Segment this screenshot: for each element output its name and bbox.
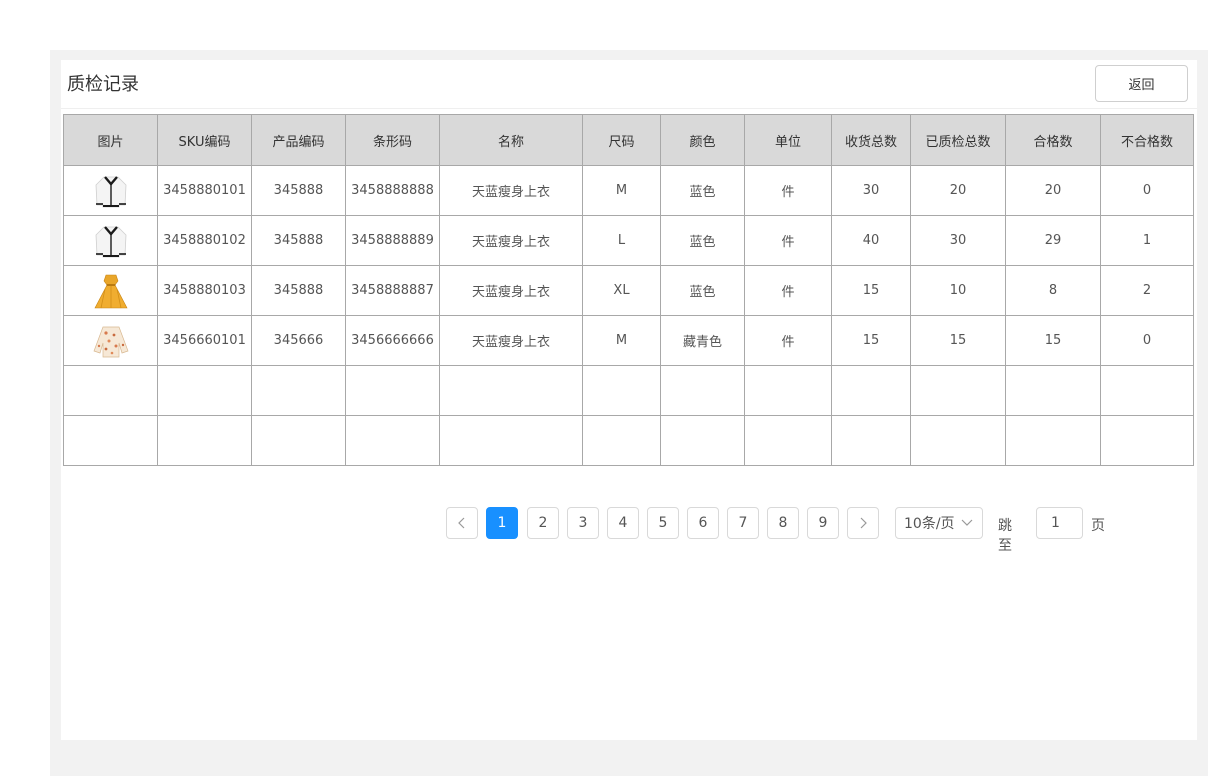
product-code-cell: 345888 [251,165,346,216]
column-header-product-code: 产品编码 [251,114,346,166]
page-suffix-label: 页 [1091,518,1105,534]
page-button-2[interactable]: 2 [527,507,559,539]
back-button[interactable]: 返回 [1095,65,1188,102]
page-button-4[interactable]: 4 [607,507,639,539]
unit-cell: 件 [744,315,832,366]
inspected-link[interactable]: 10 [910,265,1006,316]
table-header-row: 图片 SKU编码 产品编码 条形码 名称 尺码 颜色 单位 收货总数 已质检总数… [63,114,1194,166]
name-cell: 天蓝瘦身上衣 [439,315,583,366]
column-header-inspected: 已质检总数 [910,114,1006,166]
qualified-link[interactable]: 15 [1005,315,1101,366]
column-header-unit: 单位 [744,114,832,166]
unqualified-link[interactable]: 0 [1100,315,1194,366]
unqualified-link[interactable]: 1 [1100,215,1194,266]
barcode-cell: 3456666666 [345,315,440,366]
page-button-6[interactable]: 6 [687,507,719,539]
qualified-link[interactable]: 8 [1005,265,1101,316]
color-cell: 藏青色 [660,315,745,366]
sku-cell: 3458880103 [157,265,252,316]
page-button-9[interactable]: 9 [807,507,839,539]
name-cell: 天蓝瘦身上衣 [439,265,583,316]
size-cell: M [582,315,661,366]
color-cell: 蓝色 [660,215,745,266]
column-header-image: 图片 [63,114,158,166]
product-image-cell [63,165,158,216]
next-page-button[interactable] [847,507,879,539]
barcode-cell: 3458888888 [345,165,440,216]
product-image-cell [63,215,158,266]
page-size-value: 10条/页 [904,516,955,532]
product-image-cell [63,315,158,366]
unit-cell: 件 [744,265,832,316]
jump-label: 跳至 [998,518,1012,554]
table-row: 3458880103 345888 3458888887 天蓝瘦身上衣 XL 蓝… [63,265,1194,316]
barcode-cell: 3458888889 [345,215,440,266]
qualified-link[interactable]: 29 [1005,215,1101,266]
chevron-right-icon [860,517,867,529]
column-header-sku: SKU编码 [157,114,252,166]
inspected-link[interactable]: 30 [910,215,1006,266]
page-button-7[interactable]: 7 [727,507,759,539]
page-button-8[interactable]: 8 [767,507,799,539]
received-cell: 15 [831,265,911,316]
column-header-size: 尺码 [582,114,661,166]
floral-blouse-image [93,326,128,357]
white-cardigan-image [95,225,126,257]
page-button-5[interactable]: 5 [647,507,679,539]
header-divider [61,108,1197,109]
page-button-1[interactable]: 1 [486,507,518,539]
product-code-cell: 345888 [251,265,346,316]
received-cell: 15 [831,315,911,366]
product-image-cell [63,265,158,316]
table-row: 3458880102 345888 3458888889 天蓝瘦身上衣 L 蓝色… [63,215,1194,266]
table-row: 3458880101 345888 3458888888 天蓝瘦身上衣 M 蓝色… [63,165,1194,216]
jump-page-input[interactable] [1036,507,1083,539]
qualified-link[interactable]: 20 [1005,165,1101,216]
size-cell: XL [582,265,661,316]
page-button-3[interactable]: 3 [567,507,599,539]
color-cell: 蓝色 [660,165,745,216]
column-header-qualified: 合格数 [1005,114,1101,166]
empty-row [63,415,1194,466]
name-cell: 天蓝瘦身上衣 [439,215,583,266]
yellow-dress-image [94,274,127,308]
sku-cell: 3458880101 [157,165,252,216]
empty-row [63,365,1194,416]
column-header-received: 收货总数 [831,114,911,166]
color-cell: 蓝色 [660,265,745,316]
product-code-cell: 345666 [251,315,346,366]
product-code-cell: 345888 [251,215,346,266]
white-cardigan-image [95,175,126,207]
unit-cell: 件 [744,165,832,216]
column-header-name: 名称 [439,114,583,166]
received-cell: 30 [831,165,911,216]
inspected-link[interactable]: 20 [910,165,1006,216]
column-header-unqualified: 不合格数 [1100,114,1194,166]
unqualified-link[interactable]: 0 [1100,165,1194,216]
prev-page-button[interactable] [446,507,478,539]
table-row: 3456660101 345666 3456666666 天蓝瘦身上衣 M 藏青… [63,315,1194,366]
column-header-barcode: 条形码 [345,114,440,166]
sku-cell: 3456660101 [157,315,252,366]
chevron-left-icon [458,517,465,529]
column-header-color: 颜色 [660,114,745,166]
unit-cell: 件 [744,215,832,266]
page-title: 质检记录 [67,74,139,95]
chevron-down-icon [961,519,973,526]
size-cell: L [582,215,661,266]
size-cell: M [582,165,661,216]
sku-cell: 3458880102 [157,215,252,266]
unqualified-link[interactable]: 2 [1100,265,1194,316]
page-size-select[interactable]: 10条/页 [895,507,983,539]
barcode-cell: 3458888887 [345,265,440,316]
inspection-table: 图片 SKU编码 产品编码 条形码 名称 尺码 颜色 单位 收货总数 已质检总数… [63,114,1194,466]
received-cell: 40 [831,215,911,266]
name-cell: 天蓝瘦身上衣 [439,165,583,216]
inspected-link[interactable]: 15 [910,315,1006,366]
